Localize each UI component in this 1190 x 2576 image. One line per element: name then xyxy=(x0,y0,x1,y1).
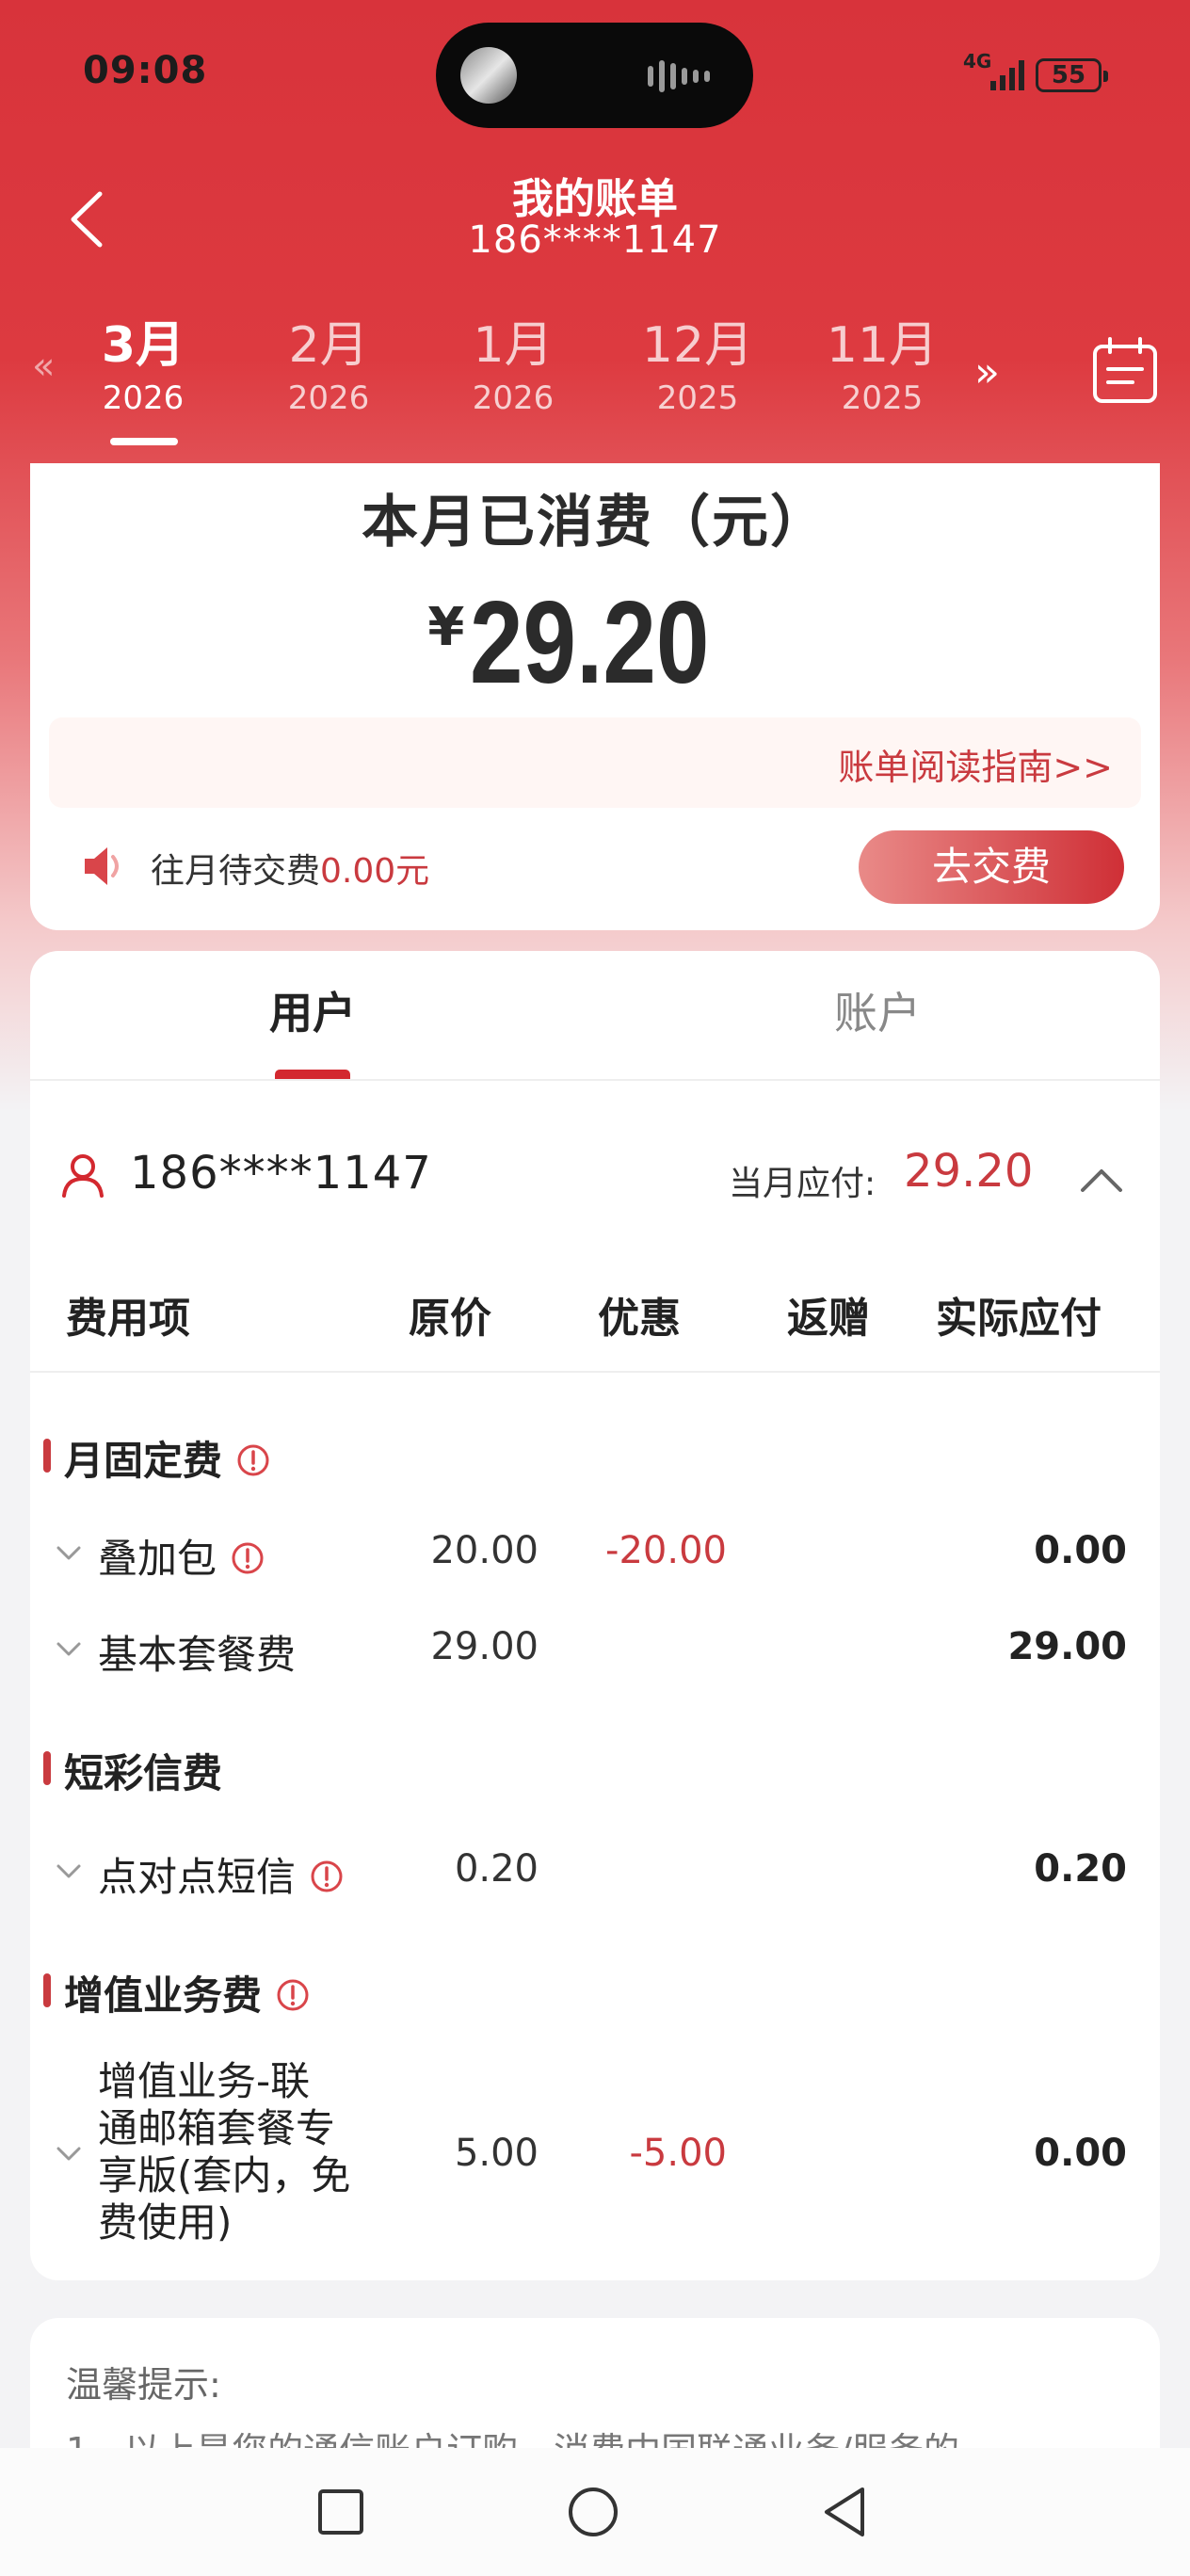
row-original: 20.00 xyxy=(430,1529,539,1572)
row-name: 点对点短信 xyxy=(98,1845,345,1903)
month-prev-button[interactable]: « xyxy=(32,345,55,388)
header-original: 原价 xyxy=(409,1295,491,1343)
bill-detail-card: 用户 账户 186****1147 当月应付: 29.20 费用项 原价 优惠 … xyxy=(30,951,1160,2280)
year-label: 2026 xyxy=(472,379,555,417)
month-tab-indicator xyxy=(110,438,178,445)
system-nav-bar xyxy=(0,2448,1190,2576)
table-divider xyxy=(30,1371,1160,1373)
arrears-value: 0.00元 xyxy=(320,852,430,891)
chevron-down-icon xyxy=(56,2147,81,2161)
calendar-icon xyxy=(1093,337,1157,403)
row-actual: 0.00 xyxy=(1034,2132,1127,2175)
row-name-line: 通邮箱套餐专 xyxy=(98,2105,336,2151)
total-amount: ¥29.20 xyxy=(30,576,1160,710)
month-label: 12月 xyxy=(641,317,754,374)
header-fee-item: 费用项 xyxy=(66,1295,190,1343)
status-bar: 09:08 4G 55 xyxy=(0,0,1190,151)
tab-user[interactable]: 用户 xyxy=(30,979,595,1041)
header-actual: 实际应付 xyxy=(936,1295,1102,1343)
row-actual: 29.00 xyxy=(1007,1625,1127,1668)
page-subtitle-phone: 186****1147 xyxy=(468,218,722,262)
collapse-button[interactable] xyxy=(1075,1160,1128,1198)
section-title: 月固定费 xyxy=(43,1429,271,1487)
tab-account[interactable]: 账户 xyxy=(595,979,1160,1041)
arrears-label: 往月待交费 xyxy=(151,852,321,891)
back-nav-button[interactable] xyxy=(815,2482,876,2542)
month-tab[interactable]: 11月 2025 xyxy=(807,316,957,422)
network-type: 4G xyxy=(963,50,992,72)
bill-summary-card: 本月已消费（元） ¥29.20 账单阅读指南>> 往月待交费0.00元 去交费 xyxy=(30,463,1160,930)
page-title: 我的账单 xyxy=(512,175,678,223)
month-tab[interactable]: 12月 2025 xyxy=(622,316,773,422)
audio-wave-icon xyxy=(648,60,710,92)
due-value: 29.20 xyxy=(904,1145,1034,1198)
arrears-text: 往月待交费0.00元 xyxy=(151,844,429,893)
section-label: 月固定费 xyxy=(64,1438,223,1484)
row-name: 增值业务-联 通邮箱套餐专 享版(套内，免 费使用) xyxy=(98,2058,380,2246)
month-label: 2月 xyxy=(288,317,369,374)
row-name-line: 费使用) xyxy=(98,2199,233,2246)
user-phone: 186****1147 xyxy=(130,1147,432,1199)
chevron-down-icon xyxy=(56,1864,81,1878)
amount-value: 29.20 xyxy=(470,578,710,708)
row-name-text: 叠加包 xyxy=(98,1536,217,1582)
chevron-down-icon xyxy=(56,1546,81,1560)
album-art-icon xyxy=(460,47,517,104)
summary-title: 本月已消费（元） xyxy=(362,490,828,555)
row-name-line: 增值业务-联 xyxy=(98,2058,311,2104)
section-title: 增值业务费 xyxy=(43,1964,311,2021)
year-label: 2025 xyxy=(656,379,739,417)
speaker-icon xyxy=(85,847,119,885)
battery-icon: 55 xyxy=(1036,58,1108,92)
signal-icon xyxy=(990,56,1024,90)
month-label: 11月 xyxy=(826,317,939,374)
tips-title: 温馨提示: xyxy=(66,2364,221,2406)
year-label: 2025 xyxy=(841,379,924,417)
row-name-line: 享版(套内，免 xyxy=(98,2152,351,2198)
info-icon[interactable] xyxy=(309,1859,345,1894)
section-title: 短彩信费 xyxy=(43,1742,222,1799)
month-label: 1月 xyxy=(473,317,554,374)
month-tab-active[interactable]: 3月 2026 xyxy=(68,316,218,422)
due-label: 当月应付: xyxy=(729,1165,876,1203)
status-time: 09:08 xyxy=(83,49,208,92)
row-name-text: 点对点短信 xyxy=(98,1854,297,1900)
bill-guide-link[interactable]: 账单阅读指南>> xyxy=(838,738,1113,790)
header-rebate: 返赠 xyxy=(787,1295,870,1343)
row-name: 叠加包 xyxy=(98,1527,265,1585)
row-original: 0.20 xyxy=(454,1847,539,1891)
section-label: 增值业务费 xyxy=(64,1972,263,2019)
pay-button[interactable]: 去交费 xyxy=(859,830,1124,904)
calendar-button[interactable] xyxy=(1089,335,1161,407)
month-next-button[interactable]: » xyxy=(974,348,1000,396)
recent-apps-button[interactable] xyxy=(311,2482,371,2542)
month-tab[interactable]: 2月 2026 xyxy=(253,316,404,422)
currency-symbol: ¥ xyxy=(427,597,465,658)
month-label: 3月 xyxy=(101,317,185,374)
guide-bar: 账单阅读指南>> xyxy=(49,717,1141,808)
tab-indicator xyxy=(275,1070,350,1079)
info-icon[interactable] xyxy=(230,1540,265,1576)
year-label: 2026 xyxy=(287,379,370,417)
user-icon xyxy=(62,1154,104,1198)
row-name: 基本套餐费 xyxy=(98,1632,297,1678)
chevron-down-icon xyxy=(56,1642,81,1656)
row-actual: 0.00 xyxy=(1034,1529,1127,1572)
row-original: 5.00 xyxy=(454,2132,539,2175)
info-icon[interactable] xyxy=(235,1442,271,1478)
header-discount: 优惠 xyxy=(598,1295,681,1343)
month-tab[interactable]: 1月 2026 xyxy=(438,316,588,422)
row-discount: -5.00 xyxy=(629,2132,728,2175)
year-label: 2026 xyxy=(102,379,185,417)
row-actual: 0.20 xyxy=(1034,1847,1127,1891)
dynamic-island[interactable] xyxy=(436,23,753,128)
row-original: 29.00 xyxy=(430,1625,539,1668)
row-discount: -20.00 xyxy=(605,1529,727,1572)
info-icon[interactable] xyxy=(275,1977,311,2013)
home-button[interactable] xyxy=(563,2482,623,2542)
tab-divider xyxy=(30,1079,1160,1081)
